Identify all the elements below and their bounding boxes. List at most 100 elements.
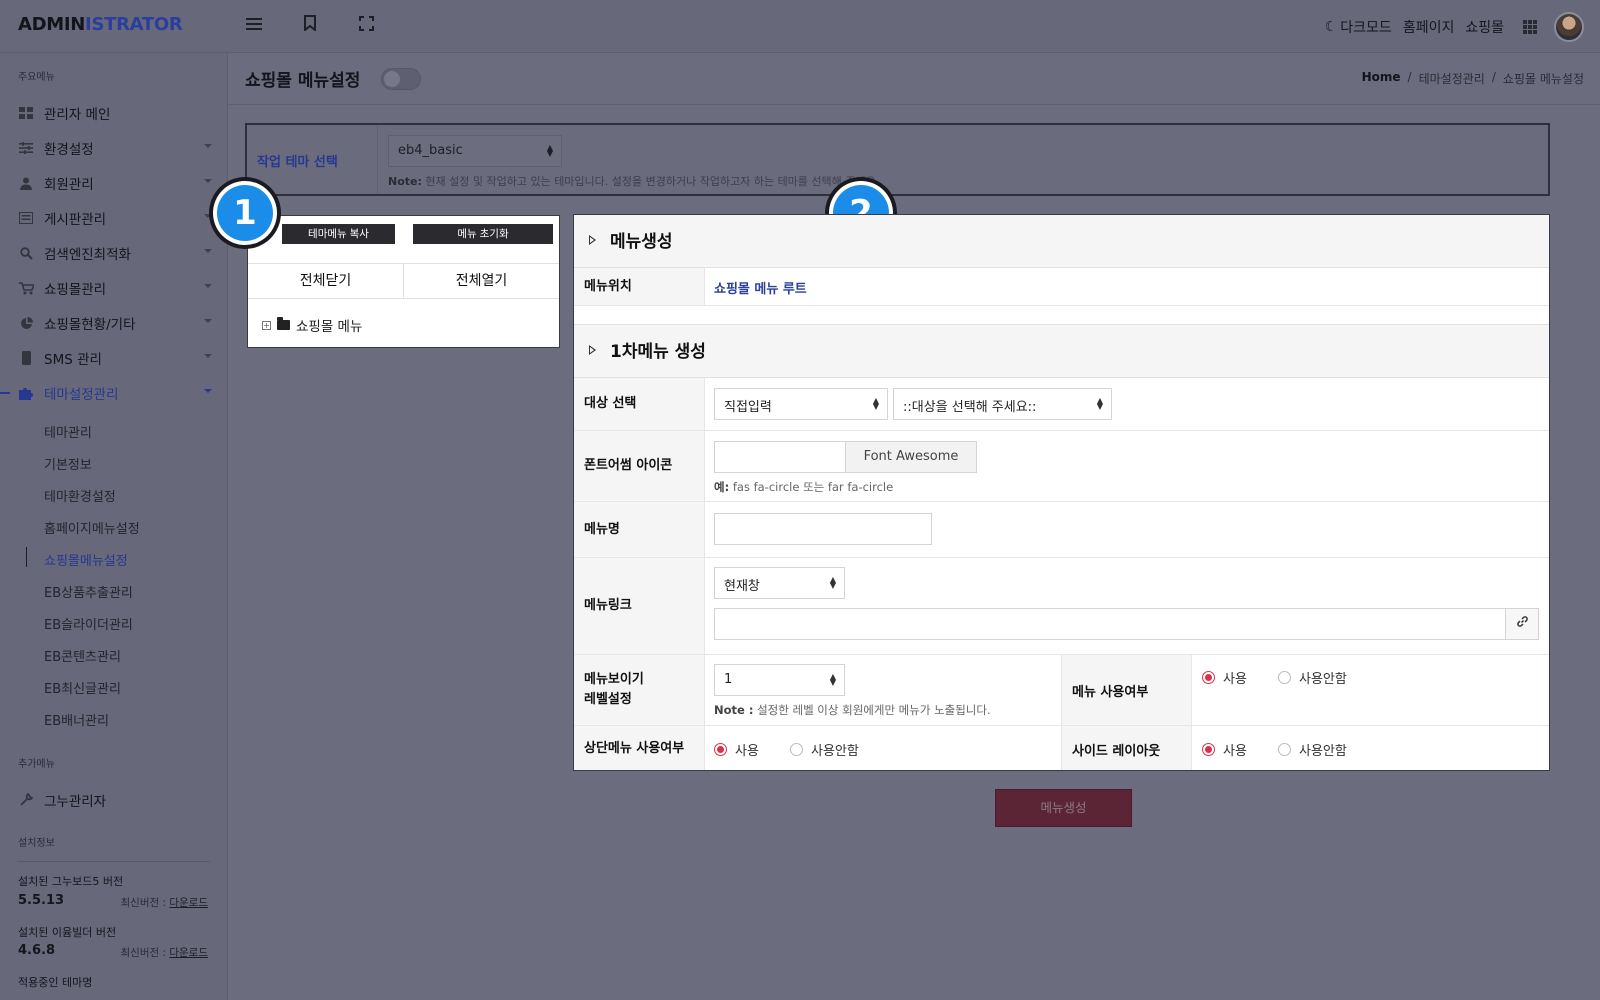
icon-class-input[interactable] <box>714 441 846 473</box>
radio-icon <box>790 743 803 756</box>
sidebar-item-shop-status[interactable]: 쇼핑몰현황/기타 <box>18 311 212 335</box>
menu-name-label: 메뉴명 <box>574 502 705 557</box>
sidebar-item-gnu-admin[interactable]: 그누관리자 <box>18 788 212 812</box>
sidebar-sub-eb-banner[interactable]: EB배너관리 <box>44 710 109 729</box>
expand-all-button[interactable]: 전체열기 <box>403 264 559 298</box>
sidebar-sub-eb-latest[interactable]: EB최신글관리 <box>44 678 121 697</box>
expand-icon[interactable]: + <box>262 320 271 330</box>
tree-root-node[interactable]: + 쇼핑몰 메뉴 <box>262 315 362 335</box>
sidebar-item-label: 관리자 메인 <box>44 107 111 123</box>
divider <box>18 861 210 862</box>
sidebar-item-seo[interactable]: 검색엔진최적화 <box>18 241 212 265</box>
top-menu-radio-yes[interactable]: 사용 <box>714 740 759 759</box>
sidebar-item-boards[interactable]: 게시판관리 <box>18 206 212 230</box>
search-icon <box>18 246 34 260</box>
top-side-row: 상단메뉴 사용여부 사용 사용안함 사이드 레이아웃 사용 사용안함 <box>574 726 1549 770</box>
theme-note: Note: 현재 설정 및 작업하고 있는 테마입니다. 설정을 변경하거나 작… <box>388 175 880 188</box>
moon-icon: ☾ <box>1324 19 1338 35</box>
breadcrumb-home[interactable]: Home <box>1362 70 1401 87</box>
select-arrows-icon: ▲ ▼ <box>829 672 836 687</box>
level-select[interactable]: 1 ▲ ▼ <box>714 664 845 696</box>
select-arrows-icon: ▲ ▼ <box>1096 396 1103 411</box>
menu-name-row: 메뉴명 <box>574 502 1549 558</box>
menu-link-input[interactable] <box>714 608 1506 640</box>
eyoom-version-label: 설치된 이윰빌더 버전 <box>18 926 117 939</box>
sidebar-item-label: 테마설정관리 <box>44 387 119 403</box>
target-row: 대상 선택 직접입력 ▲ ▼ ::대상을 선택해 주세요:: ▲ ▼ <box>574 378 1549 431</box>
radio-icon <box>1202 671 1215 684</box>
sidebar-item-label: 회원관리 <box>44 177 94 193</box>
hamburger-menu-icon[interactable] <box>243 15 265 37</box>
sidebar-item-label: 검색엔진최적화 <box>44 247 131 263</box>
board-icon <box>18 211 34 225</box>
gnuboard-version: 5.5.13 <box>18 893 65 908</box>
target-item-value: ::대상을 선택해 주세요:: <box>903 400 1037 415</box>
mobile-icon <box>18 351 34 365</box>
sidebar-sub-eb-slider[interactable]: EB슬라이더관리 <box>44 614 133 633</box>
sidebar-item-members[interactable]: 회원관리 <box>18 171 212 195</box>
active-indicator <box>0 392 10 394</box>
menu-use-radio-no[interactable]: 사용안함 <box>1278 668 1347 687</box>
triangle-right-icon <box>589 345 596 355</box>
sidebar-sub-basic-info[interactable]: 기본정보 <box>44 454 92 473</box>
logo[interactable]: ADMINISTRATOR <box>18 14 183 35</box>
create-menu-button[interactable]: 메뉴생성 <box>995 789 1132 827</box>
gnuboard-version-label: 설치된 그누보드5 버전 <box>18 875 124 888</box>
sidebar-item-settings[interactable]: 환경설정 <box>18 136 212 160</box>
menu-name-input[interactable] <box>714 513 932 545</box>
theme-select-dropdown[interactable]: eb4_basic ▲ ▼ <box>388 135 562 167</box>
sidebar-sub-shop-menu[interactable]: 쇼핑몰메뉴설정 <box>44 550 128 569</box>
select-arrows-icon: ▲ ▼ <box>546 143 553 158</box>
sidebar-sub-theme-env[interactable]: 테마환경설정 <box>44 486 116 505</box>
page-title: 쇼핑몰 메뉴설정 <box>245 71 361 91</box>
top-menu-radio-no[interactable]: 사용안함 <box>790 740 859 759</box>
avatar[interactable] <box>1554 12 1584 42</box>
sidebar: 주요메뉴 관리자 메인 환경설정 회원관리 게시판관리 검색엔진최적화 쇼핑몰관… <box>0 53 228 1000</box>
puzzle-icon <box>18 386 34 400</box>
reset-menu-button[interactable]: 메뉴 초기화 <box>413 224 553 244</box>
sidebar-item-admin-main[interactable]: 관리자 메인 <box>18 101 212 125</box>
radio-icon <box>714 743 727 756</box>
target-type-value: 직접입력 <box>724 400 772 415</box>
chevron-down-icon <box>204 319 212 323</box>
sidebar-sub-eb-content[interactable]: EB콘텐츠관리 <box>44 646 121 665</box>
font-awesome-button[interactable]: Font Awesome <box>845 441 977 473</box>
copy-theme-menu-button[interactable]: 테마메뉴 복사 <box>282 224 395 244</box>
menu-use-radio-yes[interactable]: 사용 <box>1202 668 1247 687</box>
menu-tree-panel: 테마메뉴 복사 메뉴 초기화 전체닫기 전체열기 + 쇼핑몰 메뉴 <box>247 215 560 348</box>
side-layout-radio-yes[interactable]: 사용 <box>1202 740 1247 759</box>
sidebar-sub-theme-manage[interactable]: 테마관리 <box>44 422 92 441</box>
icon-label: 폰트어썸 아이콘 <box>574 431 705 501</box>
homepage-link[interactable]: 홈페이지 <box>1403 17 1455 37</box>
shop-link[interactable]: 쇼핑몰 <box>1465 17 1504 37</box>
sidebar-item-label: 쇼핑몰현황/기타 <box>44 317 136 333</box>
dark-mode-link[interactable]: 다크모드 <box>1340 17 1392 37</box>
target-item-select[interactable]: ::대상을 선택해 주세요:: ▲ ▼ <box>893 388 1112 420</box>
menu-create-panel: 메뉴생성 메뉴위치 쇼핑몰 메뉴 루트 1차메뉴 생성 대상 선택 직접입력 ▲… <box>573 214 1550 771</box>
side-layout-radio-no[interactable]: 사용안함 <box>1278 740 1347 759</box>
wrench-icon <box>18 793 34 807</box>
sidebar-item-sms[interactable]: SMS 관리 <box>18 346 212 370</box>
collapse-all-button[interactable]: 전체닫기 <box>248 264 403 298</box>
theme-select-box: 작업 테마 선택 eb4_basic ▲ ▼ Note: 현재 설정 및 작업하고… <box>245 123 1550 196</box>
icon-row: 폰트어썸 아이콘 Font Awesome 예: fas fa-circle 또… <box>574 431 1549 502</box>
step-badge-1: 1 <box>209 177 281 249</box>
sliders-icon <box>18 141 34 155</box>
breadcrumb-theme-settings[interactable]: 테마설정관리 <box>1419 70 1485 87</box>
apps-grid-icon[interactable] <box>1523 20 1537 34</box>
link-icon[interactable] <box>1505 608 1539 640</box>
sidebar-item-shop-admin[interactable]: 쇼핑몰관리 <box>18 276 212 300</box>
level-label: 메뉴보이기 레벨설정 <box>574 655 705 725</box>
current-theme-label: 적용중인 테마명 <box>18 976 93 989</box>
sidebar-item-theme-settings[interactable]: 테마설정관리 <box>18 381 212 405</box>
menu-link-row: 메뉴링크 현재창 ▲ ▼ <box>574 558 1549 655</box>
sidebar-sub-homepage-menu[interactable]: 홈페이지메뉴설정 <box>44 518 140 537</box>
fullscreen-icon[interactable] <box>355 15 377 37</box>
sidebar-sub-eb-product[interactable]: EB상품추출관리 <box>44 582 133 601</box>
download-link[interactable]: 다운로드 <box>169 947 208 959</box>
bookmark-icon[interactable] <box>299 15 321 37</box>
toggle-switch[interactable] <box>381 68 421 90</box>
link-target-select[interactable]: 현재창 ▲ ▼ <box>714 567 845 599</box>
target-type-select[interactable]: 직접입력 ▲ ▼ <box>714 388 888 420</box>
download-link[interactable]: 다운로드 <box>169 897 208 909</box>
